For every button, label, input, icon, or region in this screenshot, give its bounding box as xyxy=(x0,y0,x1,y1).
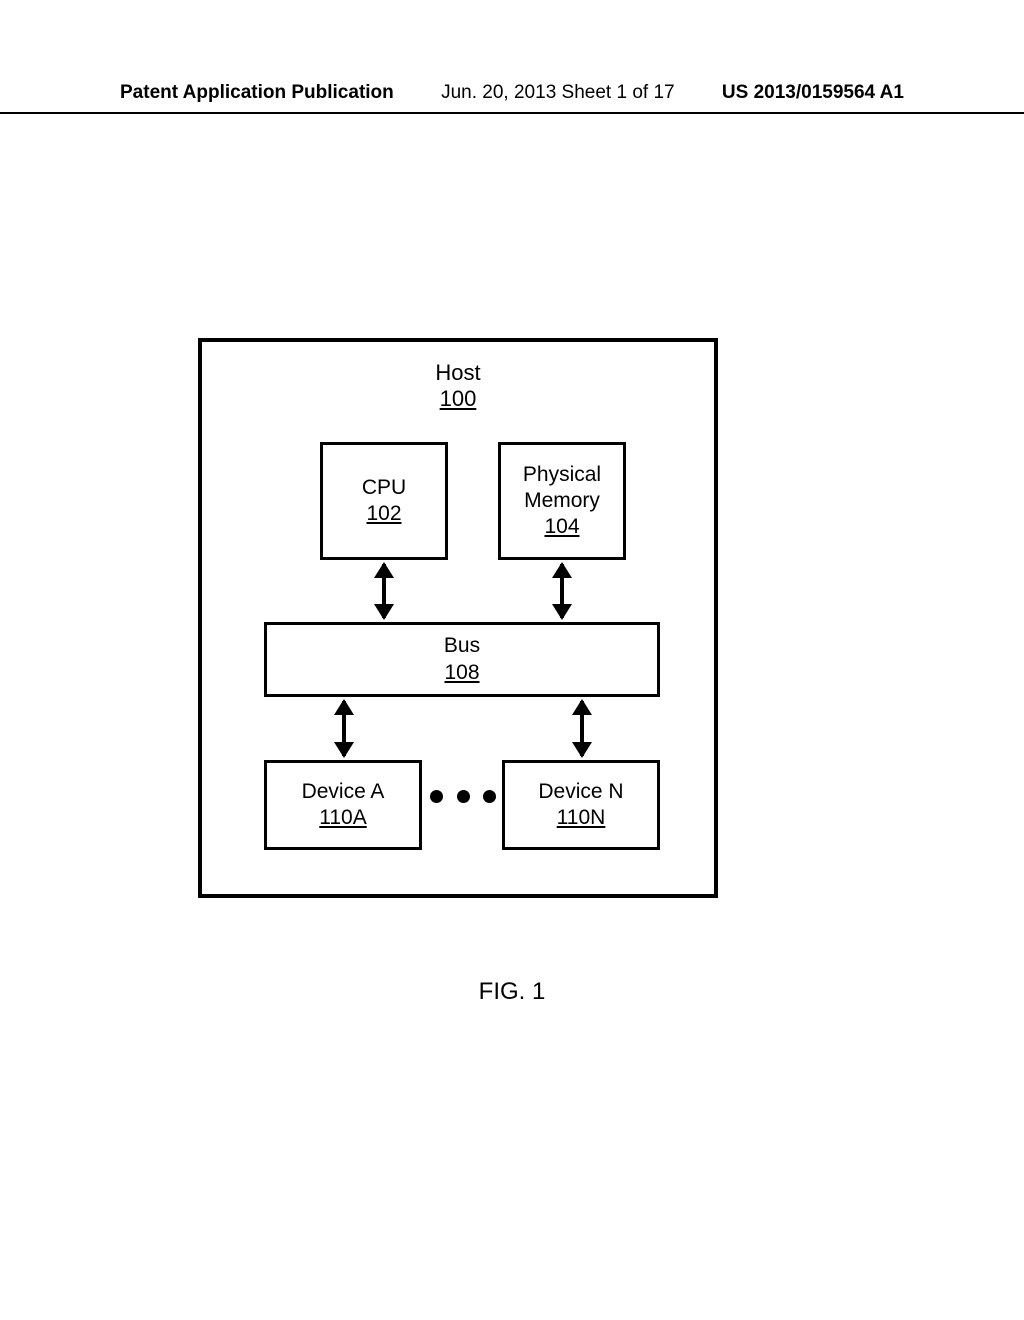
memory-label-1: Physical xyxy=(523,462,601,488)
device-a-ref: 110A xyxy=(319,805,367,831)
header-publication: Patent Application Publication xyxy=(120,82,394,104)
device-n-block: Device N 110N xyxy=(502,760,660,850)
memory-ref: 104 xyxy=(544,514,579,540)
figure-caption: FIG. 1 xyxy=(0,978,1024,1006)
device-a-block: Device A 110A xyxy=(264,760,422,850)
header-sheet-info: Jun. 20, 2013 Sheet 1 of 17 xyxy=(441,82,674,104)
page-header: Patent Application Publication Jun. 20, … xyxy=(0,82,1024,114)
bus-block: Bus 108 xyxy=(264,622,660,697)
device-n-label: Device N xyxy=(538,779,623,805)
ellipsis-icon xyxy=(430,790,496,803)
header-patent-number: US 2013/0159564 A1 xyxy=(722,82,904,104)
arrow-cpu-bus xyxy=(382,564,386,618)
memory-block: Physical Memory 104 xyxy=(498,442,626,560)
arrow-bus-device-n xyxy=(580,701,584,756)
cpu-label: CPU xyxy=(362,475,406,501)
cpu-block: CPU 102 xyxy=(320,442,448,560)
host-label: Host xyxy=(202,360,714,386)
arrow-bus-device-a xyxy=(342,701,346,756)
bus-label: Bus xyxy=(444,633,480,659)
host-container: Host 100 CPU 102 Physical Memory 104 Bus… xyxy=(198,338,718,898)
arrow-memory-bus xyxy=(560,564,564,618)
bus-ref: 108 xyxy=(444,660,479,686)
memory-label-2: Memory xyxy=(524,488,600,514)
device-n-ref: 110N xyxy=(557,805,606,831)
cpu-ref: 102 xyxy=(366,501,401,527)
host-ref: 100 xyxy=(202,386,714,412)
device-a-label: Device A xyxy=(302,779,385,805)
